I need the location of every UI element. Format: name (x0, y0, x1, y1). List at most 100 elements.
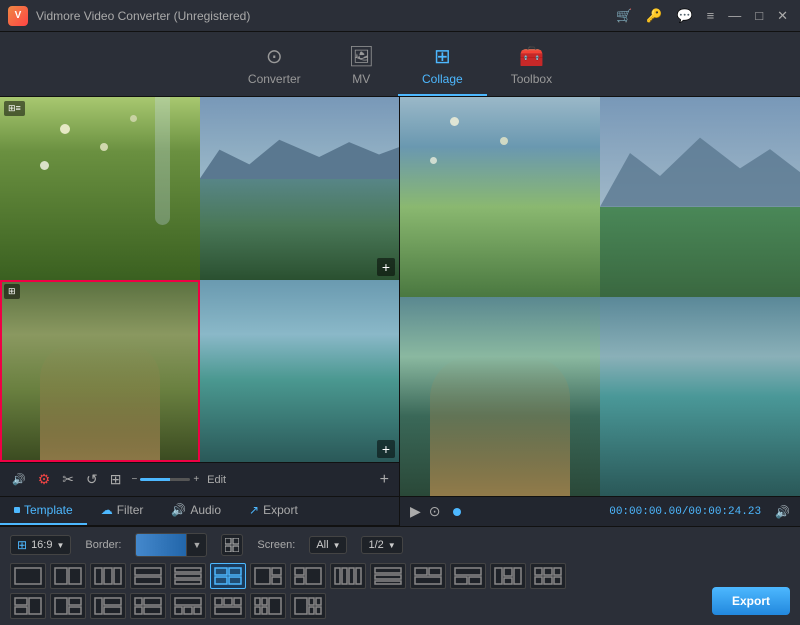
template-top-split[interactable] (410, 563, 446, 589)
maximize-button[interactable]: □ (751, 8, 767, 23)
toolbox-icon: 🧰 (519, 44, 544, 69)
tab-audio-label: Audio (190, 503, 221, 517)
cell-highlight-bottom-left (0, 280, 200, 463)
screen-select[interactable]: All ▼ (309, 536, 347, 554)
bottom-inner: ⊞ 16:9 ▼ Border: ▼ Screen: (0, 526, 800, 625)
template-left-big[interactable] (250, 563, 286, 589)
audio-icon: 🔊 (171, 503, 186, 517)
app-title: Vidmore Video Converter (Unregistered) (36, 9, 612, 23)
template-row2-4[interactable] (130, 593, 166, 619)
color-swatch (136, 534, 186, 556)
grid-icon (225, 538, 239, 552)
template-bottom-split[interactable] (450, 563, 486, 589)
template-3col[interactable] (90, 563, 126, 589)
play-button[interactable]: ▶ (410, 503, 421, 520)
template-3row[interactable] (170, 563, 206, 589)
ratio-arrow: ▼ (56, 541, 64, 550)
minus-icon: − (131, 474, 137, 485)
right-cell-bottom-left (400, 297, 600, 497)
template-2row[interactable] (130, 563, 166, 589)
count-select[interactable]: 1/2 ▼ (361, 536, 402, 554)
key-icon[interactable]: 🔑 (642, 8, 666, 24)
template-3col-wide[interactable] (490, 563, 526, 589)
tab-mv-label: MV (352, 72, 370, 86)
template-row2-1[interactable] (10, 593, 46, 619)
template-vertical-3[interactable] (330, 563, 366, 589)
count-arrow: ▼ (388, 541, 396, 550)
templates-row2 (10, 593, 790, 619)
border-color-select[interactable]: ▼ (135, 533, 207, 557)
template-row2-3[interactable] (90, 593, 126, 619)
tab-collage[interactable]: ⊞ Collage (398, 38, 487, 96)
tab-template-label: Template (24, 503, 73, 517)
chat-icon[interactable]: 💬 (672, 8, 696, 24)
add-clip-btn[interactable]: + (380, 471, 389, 489)
left-tabs: Template ☁ Filter 🔊 Audio ↗ Export (0, 496, 399, 526)
cut-icon-btn[interactable]: ✂ (60, 469, 76, 490)
settings-icon-btn[interactable]: ⚙ (36, 469, 53, 490)
left-video-grid: ⊞≡ + (0, 97, 399, 462)
time-display: 00:00:00.00/00:00:24.23 (609, 506, 761, 518)
undo-icon-btn[interactable]: ↺ (84, 469, 100, 490)
cell-badge-top-left: ⊞≡ (4, 101, 25, 116)
add-clip-top-right[interactable]: + (377, 258, 395, 276)
tab-toolbox-label: Toolbox (511, 72, 552, 86)
right-panel: ▶ ⊙ 00:00:00.00/00:00:24.23 🔊 (400, 97, 800, 526)
minimize-button[interactable]: — (724, 8, 745, 23)
slider-track[interactable] (140, 478, 190, 481)
right-controls: ▶ ⊙ 00:00:00.00/00:00:24.23 🔊 (400, 496, 800, 526)
cart-icon[interactable]: 🛒 (612, 8, 636, 24)
title-bar: V Vidmore Video Converter (Unregistered)… (0, 0, 800, 32)
left-toolbar: 🔊 ⚙ ✂ ↺ ⊞ − + Edit + (0, 462, 399, 496)
bottom-section: ⊞ 16:9 ▼ Border: ▼ Screen: (0, 526, 800, 625)
add-clip-bottom-right[interactable]: + (377, 440, 395, 458)
video-cell-top-right[interactable]: + (200, 97, 400, 280)
stop-button[interactable]: ⊙ (429, 503, 441, 520)
template-mixed-rows[interactable] (370, 563, 406, 589)
template-row2-2[interactable] (50, 593, 86, 619)
export-button[interactable]: Export (712, 587, 790, 615)
template-row2-5[interactable] (170, 593, 206, 619)
tab-audio[interactable]: 🔊 Audio (157, 497, 235, 525)
templates-row1 (10, 563, 790, 589)
template-2x2[interactable] (210, 563, 246, 589)
template-3x2[interactable] (530, 563, 566, 589)
video-cell-bottom-right[interactable]: + (200, 280, 400, 463)
cell-badge-bottom-left: ⊞ (4, 284, 20, 299)
ratio-select[interactable]: ⊞ 16:9 ▼ (10, 535, 71, 555)
layout-icon-btn[interactable]: ⊞ (108, 469, 124, 490)
menu-icon[interactable]: ≡ (703, 8, 719, 23)
right-cell-top-right (600, 97, 800, 297)
template-right-big[interactable] (290, 563, 326, 589)
tab-filter[interactable]: ☁ Filter (87, 497, 158, 525)
tab-mv[interactable]: 🖼 MV (325, 38, 398, 96)
video-cell-top-left[interactable]: ⊞≡ (0, 97, 200, 280)
tab-converter[interactable]: ⊙ Converter (224, 38, 325, 96)
tab-filter-label: Filter (117, 503, 144, 517)
tab-toolbox[interactable]: 🧰 Toolbox (487, 38, 576, 96)
main-content: ⊞≡ + (0, 97, 800, 526)
volume-slider[interactable]: − + (131, 474, 199, 485)
close-button[interactable]: ✕ (773, 8, 792, 24)
right-cell-top-left (400, 97, 600, 297)
template-row2-8[interactable] (290, 593, 326, 619)
border-label: Border: (85, 539, 121, 551)
volume-icon[interactable]: 🔊 (10, 471, 28, 488)
right-preview (400, 97, 800, 496)
template-row2-7[interactable] (250, 593, 286, 619)
volume-icon-right[interactable]: 🔊 (775, 505, 790, 519)
edit-label: Edit (207, 474, 226, 486)
tab-template[interactable]: Template (0, 497, 87, 525)
screen-value: All (316, 539, 328, 551)
template-row2-6[interactable] (210, 593, 246, 619)
ratio-value: 16:9 (31, 539, 52, 551)
template-2col[interactable] (50, 563, 86, 589)
grid-layout-btn[interactable] (221, 534, 243, 556)
template-single[interactable] (10, 563, 46, 589)
screen-label: Screen: (257, 539, 295, 551)
tab-export[interactable]: ↗ Export (235, 497, 312, 525)
left-preview: ⊞≡ + (0, 97, 399, 462)
tab-export-label: Export (263, 503, 298, 517)
export-tab-icon: ↗ (249, 503, 259, 517)
video-cell-bottom-left[interactable]: ⊞ (0, 280, 200, 463)
